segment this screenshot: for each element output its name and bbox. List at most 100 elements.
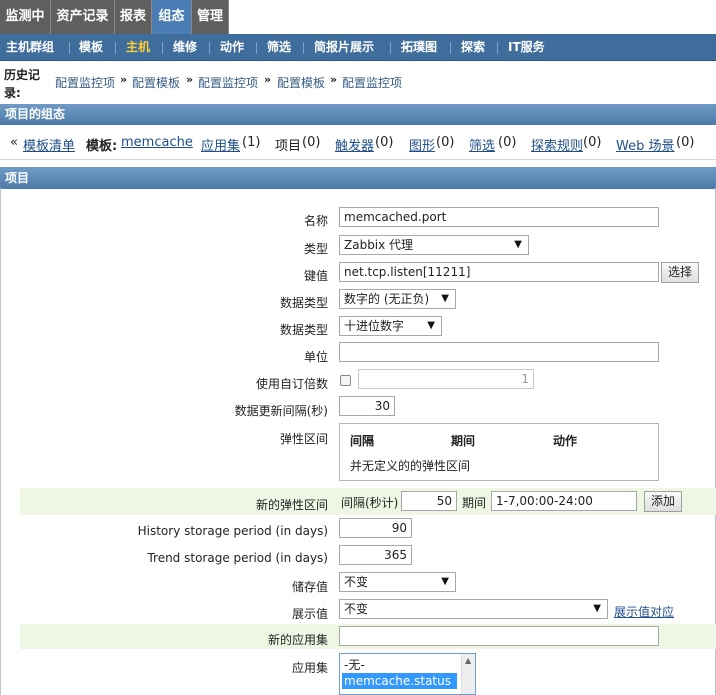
value-mapping-link[interactable]: 展示值对应 (614, 603, 674, 620)
info-type-select-value: 数字的 (无正负) (344, 292, 430, 306)
data-type-select[interactable]: 十进位数字 ▼ (339, 316, 442, 336)
show-value-label: 展示值 (291, 607, 328, 621)
tab-monitoring[interactable]: 监测中 (0, 0, 51, 34)
dropdown-arrow-icon: ▼ (441, 576, 449, 587)
show-value-select-value: 不变 (344, 602, 369, 616)
history-label: 历史记录: (4, 68, 41, 100)
data-type-select-value: 十进位数字 (344, 319, 405, 333)
list-item[interactable]: -无- (342, 657, 457, 673)
new-flex-interval-input[interactable]: 50 (401, 491, 457, 511)
discovery-rules-count: (0) (583, 135, 602, 150)
name-input[interactable]: memcached.port (339, 207, 659, 227)
tab-inventory[interactable]: 资产记录 (51, 0, 115, 34)
breadcrumb-item[interactable]: 配置模板 (277, 74, 325, 91)
store-value-select-value: 不变 (344, 575, 369, 589)
show-value-select[interactable]: 不变 ▼ (339, 599, 608, 619)
template-nav: « 模板清单 模板: memcache 应用集 (1) 项目 (0) 触发器 (… (0, 126, 716, 160)
breadcrumb-item[interactable]: 配置模板 (132, 74, 180, 91)
add-flex-button[interactable]: 添加 (644, 491, 683, 512)
submenu-it-services[interactable]: IT服务 (508, 34, 545, 61)
submenu-divider (69, 42, 70, 54)
trend-storage-label: Trend storage period (in days) (147, 551, 328, 565)
breadcrumb-item[interactable]: 配置监控项 (342, 74, 402, 91)
trend-storage-input[interactable]: 365 (339, 545, 412, 565)
dropdown-arrow-icon: ▼ (593, 603, 601, 614)
dropdown-arrow-icon: ▼ (441, 293, 449, 304)
graphs-link[interactable]: 图形 (409, 135, 435, 154)
applications-count: (1) (242, 135, 261, 150)
back-icon: « (10, 135, 18, 150)
multiplier-checkbox[interactable] (340, 375, 351, 386)
select-key-button[interactable]: 选择 (661, 262, 700, 283)
units-input[interactable] (339, 342, 659, 362)
multiplier-label: 使用自订倍数 (255, 377, 328, 391)
flex-header-interval: 间隔 (350, 434, 375, 448)
flex-header-period: 期间 (451, 434, 476, 448)
interval-input[interactable]: 30 (339, 396, 395, 416)
name-label: 名称 (303, 214, 328, 228)
graphs-count: (0) (436, 135, 455, 150)
submenu-screens[interactable]: 筛选 (267, 34, 291, 61)
screens-link[interactable]: 筛选 (469, 135, 495, 154)
history-storage-input[interactable]: 90 (339, 518, 412, 538)
breadcrumb-item[interactable]: 配置监控项 (198, 74, 258, 91)
submenu-maps[interactable]: 拓璞图 (401, 34, 437, 61)
list-item[interactable]: memcache.status (342, 673, 457, 689)
submenu-hosts[interactable]: 主机 (126, 34, 150, 61)
tab-configuration[interactable]: 组态 (152, 0, 192, 34)
sub-menu: 主机群组 模板 主机 维修 动作 筛选 简报片展示 拓璞图 探索 IT服务 (0, 34, 716, 61)
history-storage-label: History storage period (in days) (137, 524, 328, 538)
key-input[interactable]: net.tcp.listen[11211] (339, 262, 659, 282)
submenu-maintenance[interactable]: 维修 (173, 34, 197, 61)
web-scenarios-count: (0) (676, 135, 695, 150)
discovery-rules-link[interactable]: 探索规则 (531, 135, 583, 154)
triggers-count: (0) (375, 135, 394, 150)
breadcrumb-separator: » (186, 73, 194, 86)
submenu-host-groups[interactable]: 主机群组 (6, 34, 54, 61)
listbox-scrollbar[interactable]: ▲ (461, 654, 475, 694)
type-select-value: Zabbix 代理 (344, 238, 414, 252)
submenu-slide-shows[interactable]: 简报片展示 (314, 34, 374, 61)
submenu-divider (162, 42, 163, 54)
info-type-select[interactable]: 数字的 (无正负) ▼ (339, 289, 456, 309)
template-label: 模板: (86, 139, 118, 154)
top-nav: 监测中 资产记录 报表 组态 管理 (0, 0, 716, 34)
flex-intervals-table: 间隔 期间 动作 并无定义的的弹性区间 (339, 423, 659, 481)
section-title: 项目的组态 (0, 104, 716, 125)
type-select[interactable]: Zabbix 代理 ▼ (339, 235, 529, 255)
info-type-label: 数据类型 (279, 296, 328, 310)
submenu-divider (256, 42, 257, 54)
submenu-discovery[interactable]: 探索 (461, 34, 485, 61)
units-label: 单位 (303, 350, 328, 364)
breadcrumb-separator: » (264, 73, 272, 86)
triggers-link[interactable]: 触发器 (335, 135, 374, 154)
submenu-actions[interactable]: 动作 (220, 34, 244, 61)
breadcrumb-item[interactable]: 配置监控项 (55, 74, 115, 91)
scroll-up-icon[interactable]: ▲ (465, 656, 471, 665)
store-value-select[interactable]: 不变 ▼ (339, 572, 456, 592)
breadcrumb-separator: » (120, 73, 128, 86)
breadcrumb-separator: » (330, 73, 338, 86)
flex-empty-message: 并无定义的的弹性区间 (350, 459, 471, 473)
applications-listbox[interactable]: -无- memcache.status ▲ (339, 653, 476, 695)
new-flex-period-label: 期间 (462, 496, 487, 510)
submenu-divider (209, 42, 210, 54)
tab-reports[interactable]: 报表 (115, 0, 152, 34)
web-scenarios-link[interactable]: Web 场景 (616, 135, 674, 154)
new-app-input[interactable] (339, 626, 659, 646)
tab-administration[interactable]: 管理 (192, 0, 229, 34)
multiplier-input[interactable]: 1 (358, 369, 534, 389)
screens-count: (0) (498, 135, 517, 150)
template-list-link[interactable]: 模板清单 (23, 135, 75, 154)
dropdown-arrow-icon: ▼ (514, 239, 522, 250)
items-count: (0) (302, 135, 321, 150)
form-title: 项目 (0, 167, 716, 189)
dropdown-arrow-icon: ▼ (427, 320, 435, 331)
submenu-templates[interactable]: 模板 (79, 34, 103, 61)
applications-link[interactable]: 应用集 (201, 135, 240, 154)
template-name-link[interactable]: memcache (121, 135, 193, 150)
new-flex-period-input[interactable]: 1-7,00:00-24:00 (491, 491, 637, 511)
submenu-divider (497, 42, 498, 54)
submenu-divider (303, 42, 304, 54)
flex-header-action: 动作 (553, 434, 578, 448)
